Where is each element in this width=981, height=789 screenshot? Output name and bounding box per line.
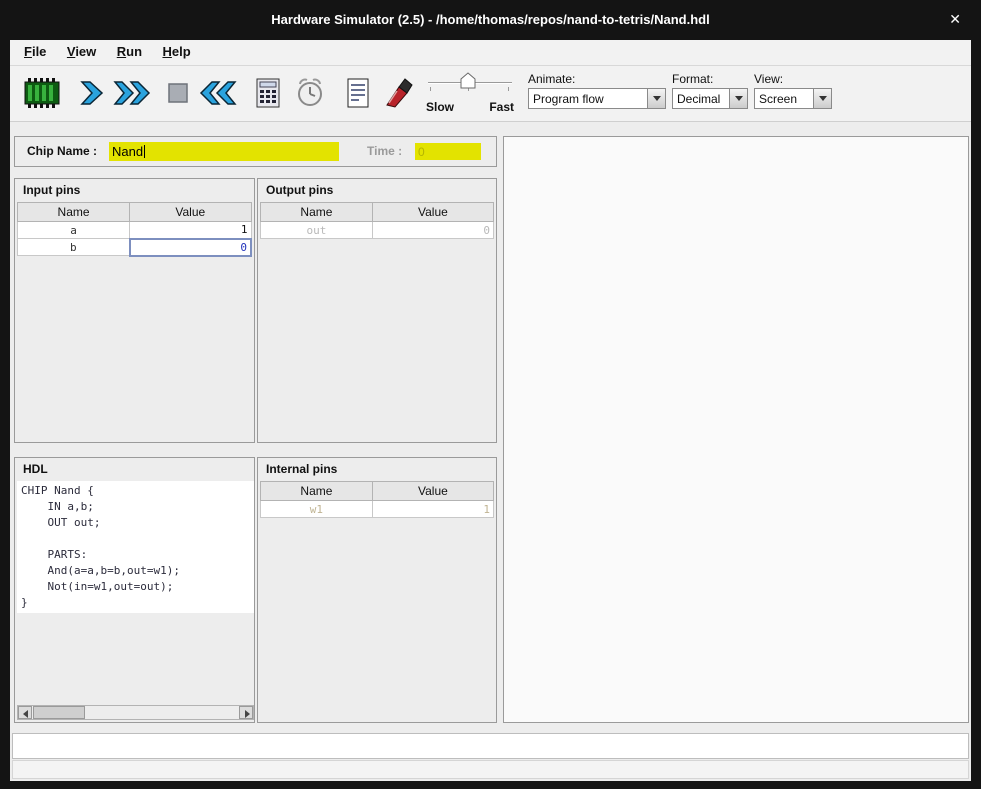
output-pins-table: Name Value out 0 — [260, 202, 494, 239]
pin-name-cell: b — [18, 239, 130, 256]
animate-selected-value: Program flow — [533, 92, 604, 106]
animate-select[interactable]: Program flow — [528, 88, 666, 109]
table-row: w1 1 — [261, 501, 494, 518]
time-field: 0 — [415, 143, 481, 160]
single-step-icon — [77, 79, 107, 107]
hdl-panel: HDL CHIP Nand { IN a,b; OUT out; PARTS: … — [14, 457, 255, 723]
time-value: 0 — [418, 145, 425, 159]
close-button[interactable]: ✕ — [949, 11, 961, 28]
slider-fast-label: Fast — [489, 100, 514, 114]
chevron-down-icon[interactable] — [813, 89, 831, 108]
document-icon — [345, 77, 371, 109]
view-selected-value: Screen — [759, 92, 797, 106]
menu-file[interactable]: File — [16, 40, 54, 63]
animate-label: Animate: — [528, 72, 575, 86]
hdl-title: HDL — [15, 458, 254, 478]
clear-button[interactable] — [378, 73, 418, 113]
triangle-right-icon — [245, 710, 250, 718]
column-header-value: Value — [372, 203, 493, 222]
chip-name-input[interactable]: Nand — [109, 142, 339, 161]
stop-icon — [166, 80, 190, 106]
input-pins-panel: Input pins Name Value a 1 b 0 — [14, 178, 255, 443]
table-row: b 0 — [18, 239, 252, 256]
column-header-name: Name — [18, 203, 130, 222]
column-header-value: Value — [130, 203, 251, 222]
clock-button[interactable] — [290, 73, 330, 113]
table-row: a 1 — [18, 222, 252, 239]
chevron-down-icon[interactable] — [647, 89, 665, 108]
status-message-bar — [12, 733, 969, 759]
input-pins-title: Input pins — [15, 179, 254, 199]
hdl-code-view: CHIP Nand { IN a,b; OUT out; PARTS: And(… — [17, 481, 254, 613]
hdl-horizontal-scrollbar[interactable] — [17, 705, 254, 720]
slider-thumb[interactable] — [460, 72, 476, 94]
chip-name-value: Nand — [112, 144, 143, 159]
pin-value-cell[interactable]: 1 — [130, 222, 251, 239]
reset-button[interactable] — [198, 73, 238, 113]
menu-bar: File View Run Help — [10, 40, 971, 66]
run-button[interactable] — [112, 73, 152, 113]
table-row: out 0 — [261, 222, 494, 239]
format-selected-value: Decimal — [677, 92, 720, 106]
menu-help[interactable]: Help — [154, 40, 198, 63]
column-header-name: Name — [261, 203, 373, 222]
scrollbar-thumb[interactable] — [33, 706, 85, 719]
column-header-value: Value — [372, 482, 493, 501]
column-header-name: Name — [261, 482, 373, 501]
output-pins-title: Output pins — [258, 179, 496, 199]
format-label: Format: — [672, 72, 713, 86]
pin-name-cell: out — [261, 222, 373, 239]
input-pins-table: Name Value a 1 b 0 — [17, 202, 252, 257]
load-chip-button[interactable] — [22, 73, 62, 113]
text-caret — [144, 145, 145, 158]
calculator-button[interactable] — [248, 73, 288, 113]
hdl-view-button[interactable] — [338, 73, 378, 113]
stop-button[interactable] — [158, 73, 198, 113]
format-select[interactable]: Decimal — [672, 88, 748, 109]
app-window: Hardware Simulator (2.5) - /home/thomas/… — [0, 0, 981, 789]
internal-pins-panel: Internal pins Name Value w1 1 — [257, 457, 497, 723]
single-step-button[interactable] — [72, 73, 112, 113]
pin-value-cell[interactable]: 0 — [130, 239, 251, 256]
pin-name-cell: a — [18, 222, 130, 239]
chip-icon — [23, 78, 61, 108]
window-content: File View Run Help — [10, 40, 971, 781]
brush-icon — [381, 77, 415, 109]
screen-display-panel — [503, 136, 969, 723]
toolbar: Slow Fast Animate: Program flow Format: … — [10, 66, 971, 122]
triangle-left-icon — [23, 710, 28, 718]
calculator-icon — [254, 77, 282, 109]
run-icon — [112, 79, 152, 107]
menu-view[interactable]: View — [59, 40, 104, 63]
scroll-right-button[interactable] — [239, 706, 253, 719]
view-label: View: — [754, 72, 783, 86]
clock-icon — [295, 77, 325, 109]
status-secondary-bar — [12, 760, 969, 779]
reset-icon — [198, 79, 238, 107]
chevron-down-icon[interactable] — [729, 89, 747, 108]
chip-name-panel: Chip Name : Nand Time : 0 — [14, 136, 497, 167]
view-select[interactable]: Screen — [754, 88, 832, 109]
pin-value-cell: 1 — [372, 501, 493, 518]
internal-pins-title: Internal pins — [258, 458, 496, 478]
menu-run[interactable]: Run — [109, 40, 150, 63]
output-pins-panel: Output pins Name Value out 0 — [257, 178, 497, 443]
scroll-left-button[interactable] — [18, 706, 32, 719]
pin-value-cell: 0 — [372, 222, 493, 239]
chip-name-label: Chip Name : — [27, 144, 97, 158]
title-bar: Hardware Simulator (2.5) - /home/thomas/… — [0, 0, 981, 40]
window-title: Hardware Simulator (2.5) - /home/thomas/… — [0, 12, 981, 27]
internal-pins-table: Name Value w1 1 — [260, 481, 494, 518]
time-label: Time : — [367, 144, 402, 158]
pin-name-cell: w1 — [261, 501, 373, 518]
slider-slow-label: Slow — [426, 100, 454, 114]
speed-slider[interactable]: Slow Fast — [426, 70, 514, 118]
